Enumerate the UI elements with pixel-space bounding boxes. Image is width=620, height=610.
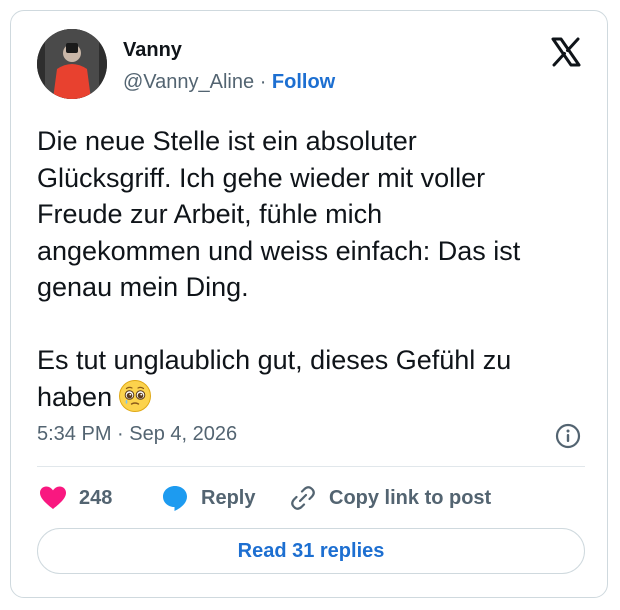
- post-timestamp[interactable]: 5:34 PM · Sep 4, 2026: [37, 423, 237, 446]
- read-replies-button[interactable]: Read 31 replies: [37, 528, 585, 574]
- reply-label: Reply: [201, 486, 256, 509]
- pleading-face-icon: [118, 379, 152, 413]
- copy-link-button[interactable]: Copy link to post: [289, 483, 491, 513]
- heart-icon: [40, 486, 66, 509]
- tweet-text: Die neue Stelle ist ein absoluter Glücks…: [37, 123, 597, 415]
- x-logo-icon[interactable]: [551, 37, 581, 67]
- tweet-body: Die neue Stelle ist ein absoluter Glücks…: [37, 126, 521, 412]
- avatar[interactable]: [37, 29, 107, 99]
- author-name[interactable]: Vanny: [123, 39, 182, 62]
- embedded-post-card: Vanny @Vanny_Aline · Follow Die neue Ste…: [10, 10, 608, 598]
- reply-bubble-icon: [163, 486, 187, 511]
- divider: [37, 466, 585, 467]
- link-icon: [291, 486, 315, 510]
- like-count: 248: [79, 486, 113, 509]
- author-handle-row: @Vanny_Aline · Follow: [123, 71, 335, 94]
- reply-button[interactable]: Reply: [161, 483, 255, 513]
- author-handle[interactable]: @Vanny_Aline: [123, 71, 254, 93]
- separator-dot: ·: [259, 71, 267, 93]
- info-icon[interactable]: [555, 423, 581, 449]
- copy-link-label: Copy link to post: [329, 486, 492, 509]
- like-button[interactable]: 248: [39, 483, 112, 513]
- follow-button[interactable]: Follow: [272, 71, 335, 93]
